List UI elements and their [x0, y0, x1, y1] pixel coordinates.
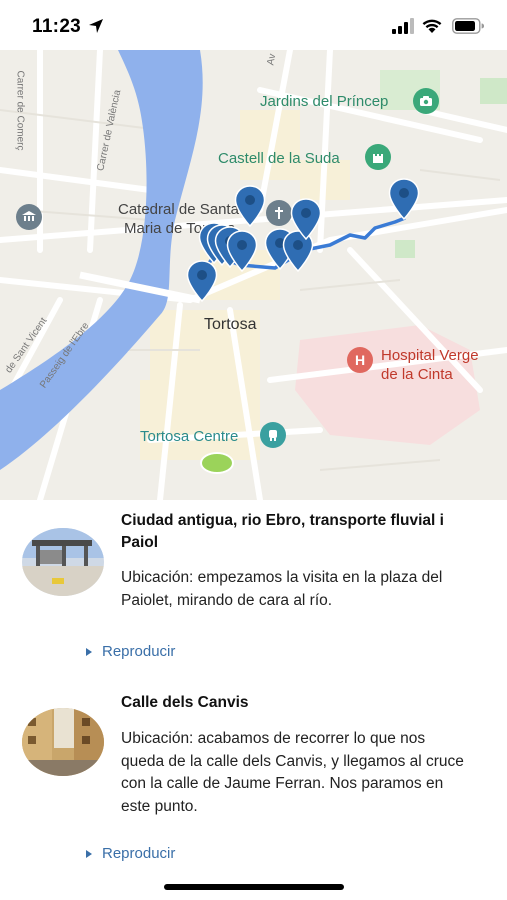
route-pin-icon[interactable]	[234, 185, 266, 227]
play-icon	[86, 849, 92, 858]
train-station-icon[interactable]	[260, 422, 286, 448]
play-label: Reproducir	[102, 845, 176, 862]
map-label-tortosa-centre: Tortosa Centre	[140, 428, 239, 445]
item-description: Ubicación: acabamos de recorrer lo que n…	[121, 730, 464, 815]
map-label-jardins: Jardins del Príncep	[260, 93, 389, 110]
map-label-hospital-1: Hospital Verge	[381, 347, 479, 364]
map-label-tortosa: Tortosa	[204, 316, 257, 333]
wifi-icon	[422, 19, 442, 33]
route-pin-icon[interactable]	[388, 178, 420, 220]
item-thumbnail[interactable]	[22, 528, 104, 596]
status-bar: 11:23	[0, 0, 507, 50]
item-thumbnail[interactable]	[22, 708, 104, 776]
audio-guide-list: Ciudad antigua, rio Ebro, transporte flu…	[0, 500, 507, 900]
battery-icon	[452, 18, 484, 34]
map-label-carrer-comerc: Carrer de Comerç	[14, 70, 26, 151]
museum-icon[interactable]	[16, 204, 42, 230]
play-button[interactable]: Reproducir	[86, 845, 175, 862]
map-label-catedral-1: Catedral de Santa	[118, 201, 239, 218]
home-indicator	[164, 884, 344, 890]
user-location-dot	[200, 452, 234, 474]
item-title: Calle dels Canvis	[121, 694, 249, 711]
route-pin-icon[interactable]	[290, 198, 322, 240]
cellular-signal-icon	[392, 18, 414, 34]
hospital-icon[interactable]: H	[347, 347, 373, 373]
item-description: Ubicación: empezamos la visita en la pla…	[121, 569, 443, 609]
item-title: Ciudad antigua, rio Ebro, transporte flu…	[121, 512, 444, 551]
play-label: Reproducir	[102, 643, 176, 660]
park-camera-icon[interactable]	[413, 88, 439, 114]
map-base	[0, 50, 507, 500]
location-arrow-icon	[89, 19, 103, 33]
route-pin-icon[interactable]	[226, 230, 258, 272]
map-label-castell: Castell de la Suda	[218, 150, 340, 167]
map-label-hospital-2: de la Cinta	[381, 366, 453, 383]
play-icon	[86, 647, 92, 656]
play-button[interactable]: Reproducir	[86, 643, 175, 660]
castle-icon[interactable]	[365, 144, 391, 170]
church-icon[interactable]	[266, 200, 292, 226]
map-view[interactable]: H Jardins del Príncep Castell de la Suda…	[0, 50, 507, 500]
map-label-av: Av	[265, 52, 279, 67]
status-time: 11:23	[32, 16, 82, 37]
